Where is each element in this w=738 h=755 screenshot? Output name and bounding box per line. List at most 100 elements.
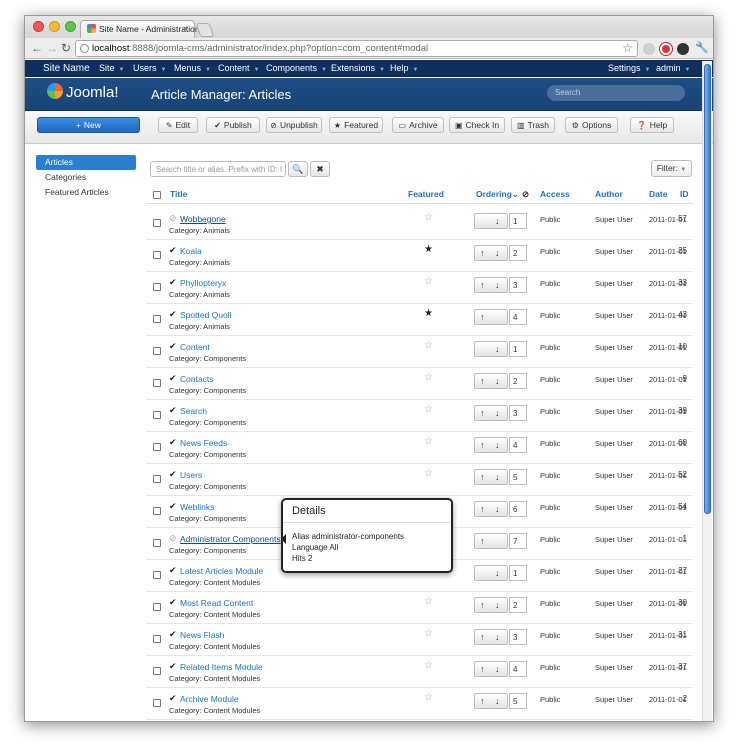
move-down-icon[interactable]: ↓ bbox=[495, 280, 500, 290]
checkin-button[interactable]: ▣ Check In bbox=[449, 117, 505, 133]
search-button[interactable]: 🔍 bbox=[288, 161, 308, 177]
order-input[interactable]: 2 bbox=[509, 245, 527, 261]
header-author[interactable]: Author bbox=[595, 189, 623, 199]
menu-users[interactable]: Users ▼ bbox=[133, 63, 166, 73]
article-title-link[interactable]: Contacts bbox=[180, 374, 214, 384]
move-down-icon[interactable]: ↓ bbox=[495, 664, 500, 674]
row-checkbox[interactable] bbox=[153, 283, 161, 291]
unpublished-icon[interactable]: ⊘ bbox=[169, 533, 177, 544]
reload-icon[interactable]: ↻ bbox=[61, 41, 71, 55]
order-input[interactable]: 5 bbox=[509, 469, 527, 485]
address-bar[interactable]: localhost:8888/joomla-cms/administrator/… bbox=[75, 40, 638, 57]
move-down-icon[interactable]: ↓ bbox=[495, 632, 500, 642]
scrollbar-thumb[interactable] bbox=[704, 64, 711, 514]
not-featured-star-icon[interactable]: ☆ bbox=[424, 596, 433, 607]
not-featured-star-icon[interactable]: ☆ bbox=[424, 692, 433, 703]
trash-button[interactable]: ▥ Trash bbox=[511, 117, 555, 133]
move-up-icon[interactable]: ↑ bbox=[480, 536, 485, 546]
published-check-icon[interactable]: ✔ bbox=[169, 501, 177, 512]
options-button[interactable]: ⚙ Options bbox=[565, 117, 618, 133]
dark-extension-icon[interactable] bbox=[677, 43, 689, 55]
move-up-icon[interactable]: ↑ bbox=[480, 440, 485, 450]
header-access[interactable]: Access bbox=[540, 189, 570, 199]
row-checkbox[interactable] bbox=[153, 635, 161, 643]
published-check-icon[interactable]: ✔ bbox=[169, 277, 177, 288]
published-check-icon[interactable]: ✔ bbox=[169, 341, 177, 352]
article-title-link[interactable]: Phyllopteryx bbox=[180, 278, 226, 288]
move-down-icon[interactable]: ↓ bbox=[495, 248, 500, 258]
article-title-link[interactable]: Spotted Quoll bbox=[180, 310, 232, 320]
wrench-icon[interactable]: 🔧 bbox=[695, 41, 709, 55]
published-check-icon[interactable]: ✔ bbox=[169, 693, 177, 704]
sidebar-item-articles[interactable]: Articles bbox=[36, 155, 136, 170]
move-down-icon[interactable]: ↓ bbox=[495, 440, 500, 450]
sidebar-item-featured-articles[interactable]: Featured Articles bbox=[36, 185, 136, 200]
order-input[interactable]: 6 bbox=[509, 501, 527, 517]
order-input[interactable]: 2 bbox=[509, 373, 527, 389]
move-up-icon[interactable]: ↑ bbox=[480, 376, 485, 386]
article-title-link[interactable]: News Feeds bbox=[180, 438, 227, 448]
order-input[interactable]: 4 bbox=[509, 437, 527, 453]
move-up-icon[interactable]: ↑ bbox=[480, 472, 485, 482]
order-input[interactable]: 1 bbox=[509, 565, 527, 581]
not-featured-star-icon[interactable]: ☆ bbox=[424, 660, 433, 671]
row-checkbox[interactable] bbox=[153, 411, 161, 419]
published-check-icon[interactable]: ✔ bbox=[169, 629, 177, 640]
move-down-icon[interactable]: ↓ bbox=[495, 408, 500, 418]
order-input[interactable]: 7 bbox=[509, 533, 527, 549]
joomla-logo[interactable]: Joomla! bbox=[47, 83, 119, 101]
published-check-icon[interactable]: ✔ bbox=[169, 309, 177, 320]
author-link[interactable]: Super User bbox=[595, 375, 633, 384]
back-icon[interactable]: ← bbox=[31, 41, 43, 55]
article-title-link[interactable]: Weblinks bbox=[180, 502, 214, 512]
author-link[interactable]: Super User bbox=[595, 471, 633, 480]
row-checkbox[interactable] bbox=[153, 315, 161, 323]
move-down-icon[interactable]: ↓ bbox=[495, 696, 500, 706]
row-checkbox[interactable] bbox=[153, 667, 161, 675]
article-title-link[interactable]: Most Read Content bbox=[180, 598, 253, 608]
not-featured-star-icon[interactable]: ☆ bbox=[424, 468, 433, 479]
row-checkbox[interactable] bbox=[153, 251, 161, 259]
order-input[interactable]: 3 bbox=[509, 405, 527, 421]
new-button[interactable]: + New bbox=[37, 117, 140, 133]
move-down-icon[interactable]: ↓ bbox=[495, 216, 500, 226]
browser-tab[interactable]: Site Name - Administration × bbox=[80, 20, 200, 38]
move-up-icon[interactable]: ↑ bbox=[480, 280, 485, 290]
article-title-link[interactable]: Wobbegone bbox=[180, 214, 226, 224]
move-up-icon[interactable]: ↑ bbox=[480, 248, 485, 258]
move-up-icon[interactable]: ↑ bbox=[480, 696, 485, 706]
move-up-icon[interactable]: ↑ bbox=[480, 408, 485, 418]
author-link[interactable]: Super User bbox=[595, 279, 633, 288]
header-ordering[interactable]: Ordering⌄ bbox=[476, 189, 519, 200]
sidebar-item-categories[interactable]: Categories bbox=[36, 170, 136, 185]
move-down-icon[interactable]: ↓ bbox=[495, 568, 500, 578]
close-tab-icon[interactable]: × bbox=[183, 23, 188, 33]
published-check-icon[interactable]: ✔ bbox=[169, 405, 177, 416]
header-id[interactable]: ID bbox=[680, 189, 689, 199]
extension-puzzle-icon[interactable] bbox=[643, 43, 655, 55]
article-title-link[interactable]: Content bbox=[180, 342, 210, 352]
article-title-link[interactable]: Search bbox=[180, 406, 207, 416]
author-link[interactable]: Super User bbox=[595, 439, 633, 448]
select-all-checkbox[interactable] bbox=[153, 191, 161, 199]
author-link[interactable]: Super User bbox=[595, 311, 633, 320]
row-checkbox[interactable] bbox=[153, 699, 161, 707]
not-featured-star-icon[interactable]: ☆ bbox=[424, 372, 433, 383]
published-check-icon[interactable]: ✔ bbox=[169, 469, 177, 480]
published-check-icon[interactable]: ✔ bbox=[169, 437, 177, 448]
move-up-icon[interactable]: ↑ bbox=[480, 600, 485, 610]
order-input[interactable]: 4 bbox=[509, 309, 527, 325]
header-date[interactable]: Date bbox=[649, 189, 667, 199]
move-up-icon[interactable]: ↑ bbox=[480, 504, 485, 514]
menu-site[interactable]: Site ▼ bbox=[99, 63, 124, 73]
menu-help[interactable]: Help ▼ bbox=[390, 63, 418, 73]
author-link[interactable]: Super User bbox=[595, 407, 633, 416]
unpublished-icon[interactable]: ⊘ bbox=[169, 213, 177, 224]
row-checkbox[interactable] bbox=[153, 507, 161, 515]
featured-button[interactable]: ★ Featured bbox=[329, 117, 383, 133]
menu-content[interactable]: Content ▼ bbox=[218, 63, 259, 73]
published-check-icon[interactable]: ✔ bbox=[169, 245, 177, 256]
menu-admin[interactable]: admin ▼ bbox=[656, 63, 690, 73]
site-name-link[interactable]: Site Name bbox=[43, 63, 90, 74]
order-input[interactable]: 5 bbox=[509, 693, 527, 709]
